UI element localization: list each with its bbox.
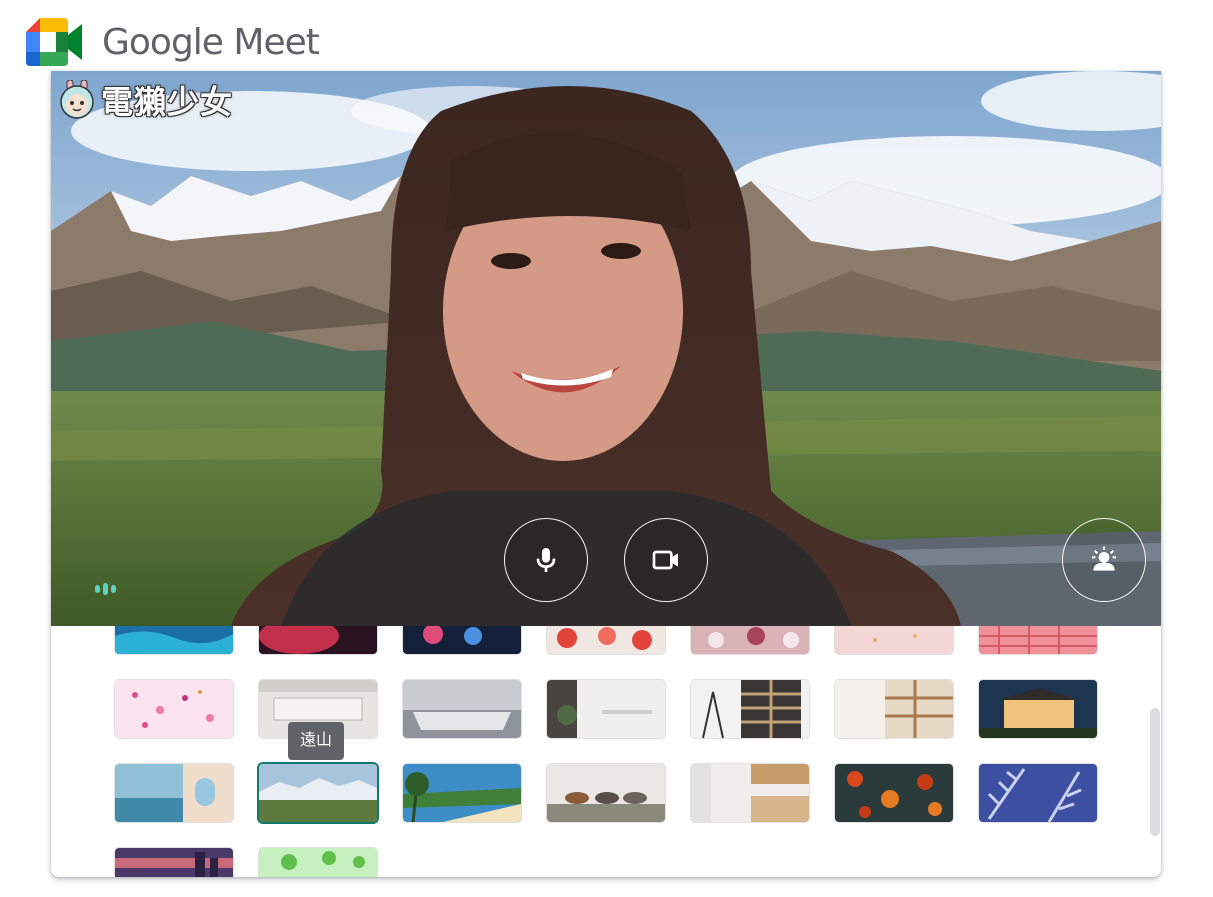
background-kitchen[interactable] — [691, 764, 809, 822]
background-flowers-red[interactable] — [547, 626, 665, 654]
scrollbar[interactable] — [1150, 708, 1160, 836]
background-flowers-pink[interactable] — [691, 626, 809, 654]
microphone-icon — [536, 548, 556, 572]
google-meet-brand: Google Meet — [26, 16, 320, 68]
background-desk-room[interactable] — [547, 680, 665, 738]
app-title: Google Meet — [102, 21, 320, 63]
background-horses[interactable] — [547, 764, 665, 822]
video-camera-icon — [652, 550, 678, 570]
audio-level-icon — [95, 583, 116, 595]
background-ocean-water[interactable] — [115, 626, 233, 654]
otter-mascot-icon — [60, 80, 94, 119]
watermark: 電獺少女 — [57, 77, 233, 123]
background-pink-pattern[interactable] — [979, 626, 1097, 654]
background-seaside-arch[interactable] — [115, 764, 233, 822]
background-confetti[interactable] — [115, 680, 233, 738]
camera-button[interactable] — [624, 518, 708, 602]
background-bedroom[interactable] — [403, 680, 521, 738]
background-preview-card: 電獺少女 遠山 — [51, 71, 1161, 877]
effects-button[interactable] — [1062, 518, 1146, 602]
background-beach-palms[interactable] — [403, 764, 521, 822]
background-autumn-leaves[interactable] — [835, 764, 953, 822]
google-meet-logo-icon — [26, 18, 82, 66]
background-tooltip: 遠山 — [288, 722, 345, 760]
background-bookshelf[interactable] — [691, 680, 809, 738]
background-mountains[interactable] — [259, 764, 377, 822]
background-pink-sparkle[interactable] — [835, 626, 953, 654]
background-fern-leaves[interactable] — [979, 764, 1097, 822]
person-sparkle-icon — [1092, 546, 1116, 571]
background-city-sunset[interactable] — [115, 848, 233, 877]
watermark-text: 電獺少女 — [101, 83, 234, 121]
background-shelf-room[interactable] — [835, 680, 953, 738]
mountain-background-image — [51, 71, 1161, 626]
camera-preview: 電獺少女 — [51, 71, 1161, 626]
background-fireworks[interactable] — [403, 626, 521, 654]
background-green-cartoon[interactable] — [259, 848, 377, 877]
background-cabin-night[interactable] — [979, 680, 1097, 738]
microphone-button[interactable] — [504, 518, 588, 602]
background-grid: 遠山 — [51, 626, 1161, 877]
background-nebula[interactable] — [259, 626, 377, 654]
